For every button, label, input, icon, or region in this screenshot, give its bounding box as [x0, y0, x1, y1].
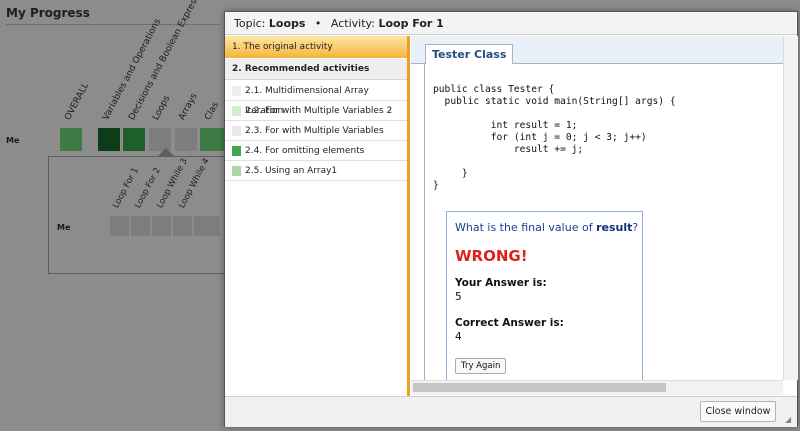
recommended-item-multidimensional-array[interactable]: 2.1. Multidimensional Array Iteration	[225, 81, 407, 116]
recommended-item-label: 2.2. For with Multiple Variables 2	[245, 106, 393, 116]
subtopic-panel-notch	[158, 148, 174, 156]
recommended-item-label: 2.3. For with Multiple Variables	[245, 126, 384, 136]
activity-name: Loop For 1	[378, 17, 444, 30]
topic-label-loops: Loops	[151, 94, 173, 122]
sub-cell-loop-for-2[interactable]	[131, 216, 150, 236]
topic-label-arrays: Arrays	[177, 91, 200, 122]
question-variable: result	[596, 221, 633, 234]
topic-prefix: Topic:	[234, 17, 266, 30]
progress-swatch	[232, 106, 241, 116]
modal-header: Topic: Loops • Activity: Loop For 1	[225, 12, 797, 35]
recommended-item-for-multiple-variables[interactable]: 2.3. For with Multiple Variables	[225, 121, 407, 141]
tab-content: public class Tester { public static void…	[424, 64, 784, 384]
topic-label-overall: OVERALL	[63, 81, 92, 122]
recommended-item-using-an-array1[interactable]: 2.5. Using an Array1	[225, 161, 407, 181]
vertical-scrollbar[interactable]	[783, 36, 798, 380]
modal-footer: Close window ◢	[225, 396, 797, 427]
horizontal-scroll-thumb[interactable]	[413, 383, 666, 392]
row-label-me: Me	[6, 136, 20, 145]
topic-label-classes: Clas	[203, 100, 221, 122]
tab-tester-class[interactable]: Tester Class	[425, 44, 514, 64]
topic-name: Loops	[268, 17, 306, 30]
progress-cell-variables[interactable]	[98, 128, 120, 151]
recommended-item-for-omitting-elements[interactable]: 2.4. For omitting elements	[225, 141, 407, 161]
recommended-item-label: 2.4. For omitting elements	[245, 146, 365, 156]
sub-cell-extra[interactable]	[194, 216, 220, 236]
recommended-item-label: 2.5. Using an Array1	[245, 166, 338, 176]
your-answer-value: 5	[455, 291, 462, 303]
horizontal-scrollbar[interactable]	[411, 380, 783, 395]
recommended-item-for-multiple-variables-2[interactable]: 2.2. For with Multiple Variables 2	[225, 101, 407, 121]
header-separator: •	[314, 17, 322, 30]
activity-prefix: Activity:	[330, 17, 375, 30]
your-answer-label: Your Answer is:	[455, 277, 547, 289]
activity-content-pane: Tester Class public class Tester { publi…	[411, 36, 798, 396]
activity-list: 1. The original activity 2. Recommended …	[225, 36, 408, 396]
progress-swatch	[232, 126, 241, 136]
sub-row-label-me: Me	[57, 223, 71, 232]
progress-cell-overall[interactable]	[60, 128, 82, 151]
correct-answer-label: Correct Answer is:	[455, 317, 564, 329]
correct-answer-value: 4	[455, 331, 462, 343]
progress-cell-arrays[interactable]	[175, 128, 197, 151]
close-window-button[interactable]: Close window	[700, 401, 776, 422]
question-prefix: What is the final value of	[455, 221, 597, 234]
progress-cell-classes[interactable]	[200, 128, 224, 151]
progress-page-title: My Progress	[6, 6, 90, 20]
activity-modal: Topic: Loops • Activity: Loop For 1 1. T…	[224, 11, 798, 427]
sub-cell-loop-while-4[interactable]	[173, 216, 192, 236]
question-suffix: ?	[632, 221, 639, 234]
question-text: What is the final value of result?	[455, 221, 638, 234]
verdict-wrong: WRONG!	[455, 247, 528, 265]
progress-swatch	[232, 86, 241, 96]
sub-cell-loop-for-1[interactable]	[110, 216, 129, 236]
resize-grip-icon[interactable]: ◢	[785, 416, 793, 424]
progress-swatch	[232, 166, 241, 176]
recommended-activities-heading: 2. Recommended activities	[225, 59, 407, 80]
progress-cell-decisions[interactable]	[123, 128, 145, 151]
active-pane-indicator	[407, 36, 410, 396]
try-again-button[interactable]: Try Again	[455, 358, 507, 374]
tab-strip: Tester Class	[411, 36, 783, 64]
code-listing: public class Tester { public static void…	[433, 84, 676, 191]
question-box: What is the final value of result? WRONG…	[446, 211, 643, 384]
sub-cell-loop-while-3[interactable]	[152, 216, 171, 236]
progress-swatch	[232, 146, 241, 156]
original-activity-item[interactable]: 1. The original activity	[225, 36, 407, 58]
